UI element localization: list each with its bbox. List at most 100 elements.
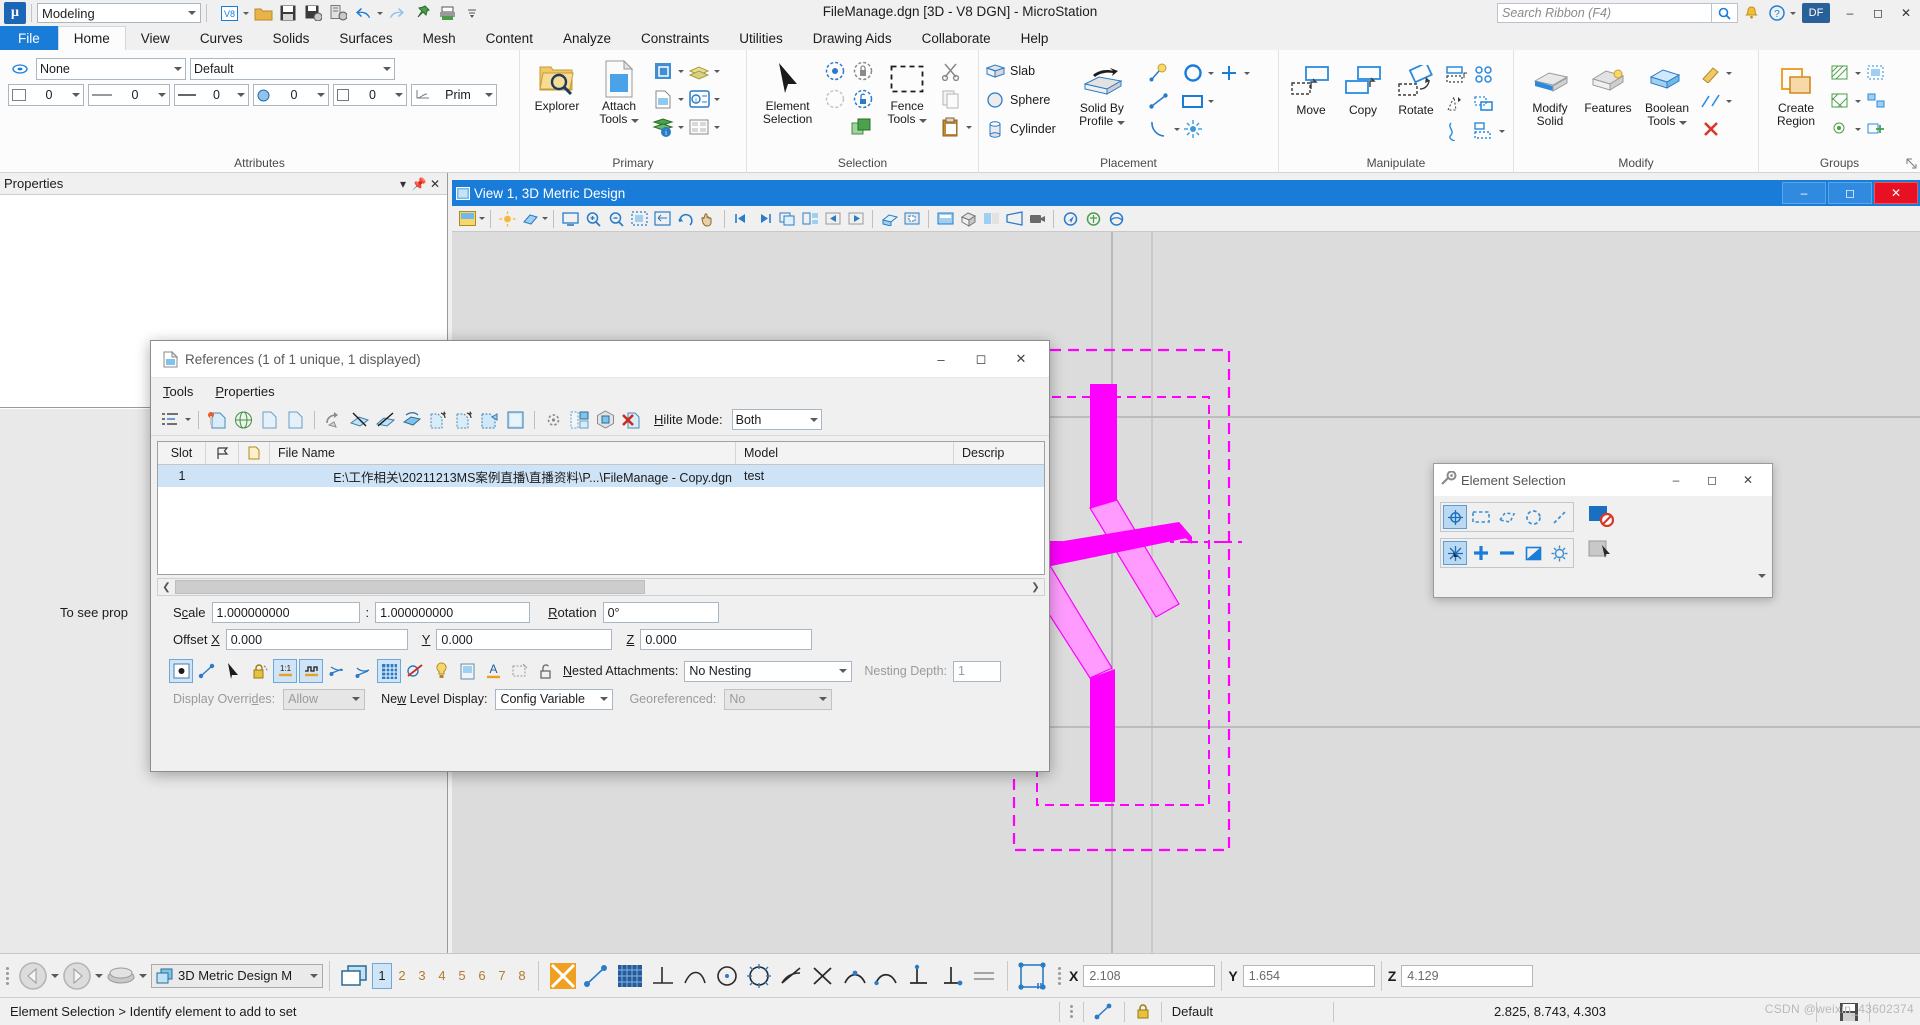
modify-solid-button[interactable]: Modify Solid — [1520, 58, 1580, 130]
view-toggle-8[interactable]: 8 — [512, 963, 532, 989]
column-header-model[interactable]: Model — [736, 442, 954, 464]
presentation-icon[interactable] — [455, 659, 479, 683]
column-header-description[interactable]: Descrip — [954, 442, 1044, 464]
chevron-down-icon[interactable] — [1855, 71, 1861, 75]
references-close-button[interactable]: ✕ — [1001, 342, 1041, 377]
clip-reference-icon[interactable] — [478, 408, 501, 432]
reload-reference-icon[interactable] — [322, 408, 345, 432]
place-arc-icon[interactable] — [1146, 116, 1172, 142]
active-model-combo[interactable]: 3D Metric Design M — [151, 963, 323, 988]
group-icon[interactable] — [1863, 60, 1889, 86]
chevron-down-icon[interactable] — [1855, 127, 1861, 131]
scroll-right-icon[interactable]: ❯ — [1027, 579, 1044, 595]
help-icon[interactable]: ? — [1764, 2, 1790, 24]
view-restore-button[interactable]: ◻ — [1828, 182, 1872, 204]
chevron-down-icon[interactable] — [1678, 121, 1687, 125]
tab-file[interactable]: File — [0, 26, 58, 50]
tab-content[interactable]: Content — [471, 26, 548, 50]
attach-reference-icon[interactable] — [206, 408, 229, 432]
view-rotation-icon[interactable] — [507, 659, 531, 683]
chevron-down-icon[interactable] — [1790, 11, 1796, 15]
add-icon[interactable] — [1469, 541, 1493, 565]
clip-mask-icon[interactable] — [901, 208, 923, 230]
lock-toggle-icon[interactable] — [247, 659, 271, 683]
light-toggle-icon[interactable] — [429, 659, 453, 683]
no-display-icon[interactable] — [403, 659, 427, 683]
delete-element-icon[interactable] — [1698, 116, 1724, 142]
rotate-button[interactable]: Rotate — [1389, 60, 1443, 119]
chevron-down-icon[interactable] — [51, 973, 59, 978]
print-icon[interactable] — [436, 3, 458, 23]
scale-ref-input[interactable]: 1.000000000 — [375, 602, 531, 623]
window-area-icon[interactable] — [628, 208, 650, 230]
features-button[interactable]: Features — [1580, 58, 1636, 117]
reports-icon[interactable] — [686, 114, 712, 140]
column-header-file-icon[interactable] — [239, 442, 270, 464]
fit-view-icon[interactable] — [651, 208, 673, 230]
chevron-down-icon[interactable] — [1207, 71, 1214, 75]
status-snap-icon[interactable] — [1094, 1003, 1114, 1021]
view-groups-icon[interactable] — [336, 958, 372, 994]
crosshatch-icon[interactable] — [1827, 88, 1853, 114]
element-selection-button[interactable]: Element Selection — [753, 56, 822, 128]
circle-icon[interactable] — [1521, 505, 1545, 529]
save-icon[interactable] — [277, 3, 299, 23]
notifications-icon[interactable] — [1738, 2, 1764, 24]
mirror-reference-icon[interactable] — [452, 408, 475, 432]
view-next-arrow-icon[interactable] — [845, 208, 867, 230]
list-view-icon[interactable] — [159, 408, 182, 432]
menu-properties[interactable]: Properties — [215, 384, 274, 399]
open-file-icon[interactable] — [252, 3, 274, 23]
perspective-icon[interactable] — [1003, 208, 1025, 230]
center-snap-icon[interactable] — [743, 958, 775, 994]
reference-display-icon[interactable] — [504, 408, 527, 432]
references-title-bar[interactable]: References (1 of 1 unique, 1 displayed) … — [151, 341, 1049, 378]
element-selection-close-button[interactable]: ✕ — [1730, 465, 1766, 495]
block-icon[interactable] — [1469, 505, 1493, 529]
element-selection-minimize-button[interactable]: – — [1658, 465, 1694, 495]
reference-remove-icon[interactable] — [620, 408, 643, 432]
view-previous-icon[interactable] — [730, 208, 752, 230]
column-header-slot[interactable]: Slot — [158, 442, 206, 464]
line-icon[interactable] — [1547, 505, 1571, 529]
v8-format-icon[interactable]: V8 — [218, 3, 240, 23]
chevron-down-icon[interactable] — [95, 973, 103, 978]
model-stack-icon[interactable] — [103, 958, 139, 994]
copy-button[interactable]: Copy — [1337, 60, 1389, 119]
render-icon[interactable] — [957, 208, 979, 230]
pan-view-icon[interactable] — [697, 208, 719, 230]
chevron-down-icon[interactable] — [714, 69, 720, 73]
forward-icon[interactable] — [59, 958, 95, 994]
view-toggle-5[interactable]: 5 — [452, 963, 472, 989]
snap-toggle-icon[interactable] — [195, 659, 219, 683]
tab-constraints[interactable]: Constraints — [626, 26, 724, 50]
no-selection-icon[interactable] — [1584, 502, 1618, 530]
clear-selection-icon[interactable] — [1547, 541, 1571, 565]
chevron-down-icon[interactable] — [139, 973, 147, 978]
attach-tools-button[interactable]: Attach Tools — [588, 56, 650, 128]
create-region-button[interactable]: Create Region — [1765, 58, 1827, 130]
level-combo[interactable]: None — [36, 58, 186, 80]
locate-toggle-icon[interactable] — [221, 659, 245, 683]
clip-front-icon[interactable] — [351, 659, 375, 683]
individual-icon[interactable] — [1443, 505, 1467, 529]
select-locked-icon[interactable] — [850, 58, 876, 84]
detach-all-icon[interactable] — [284, 408, 307, 432]
cut-icon[interactable] — [938, 58, 964, 84]
keypoint-snap-icon[interactable] — [903, 958, 935, 994]
tab-home[interactable]: Home — [57, 26, 126, 50]
element-selection-title-bar[interactable]: Element Selection – ◻ ✕ — [1434, 464, 1772, 496]
hilite-mode-select[interactable]: Both — [731, 409, 822, 430]
references-minimize-button[interactable]: – — [921, 342, 961, 377]
solid-by-profile-button[interactable]: Solid By Profile — [1066, 58, 1138, 130]
chevron-down-icon[interactable] — [630, 119, 639, 123]
tab-curves[interactable]: Curves — [185, 26, 258, 50]
ungroup-icon[interactable] — [1863, 88, 1889, 114]
copy-clipboard-icon[interactable] — [938, 86, 964, 112]
unlock-icon[interactable] — [533, 659, 557, 683]
tab-utilities[interactable]: Utilities — [724, 26, 798, 50]
nested-attachments-select[interactable]: No Nesting — [684, 660, 853, 682]
bisector-snap-icon[interactable] — [775, 958, 807, 994]
scale-reference-icon[interactable] — [374, 408, 397, 432]
save-as-icon[interactable] — [327, 3, 349, 23]
